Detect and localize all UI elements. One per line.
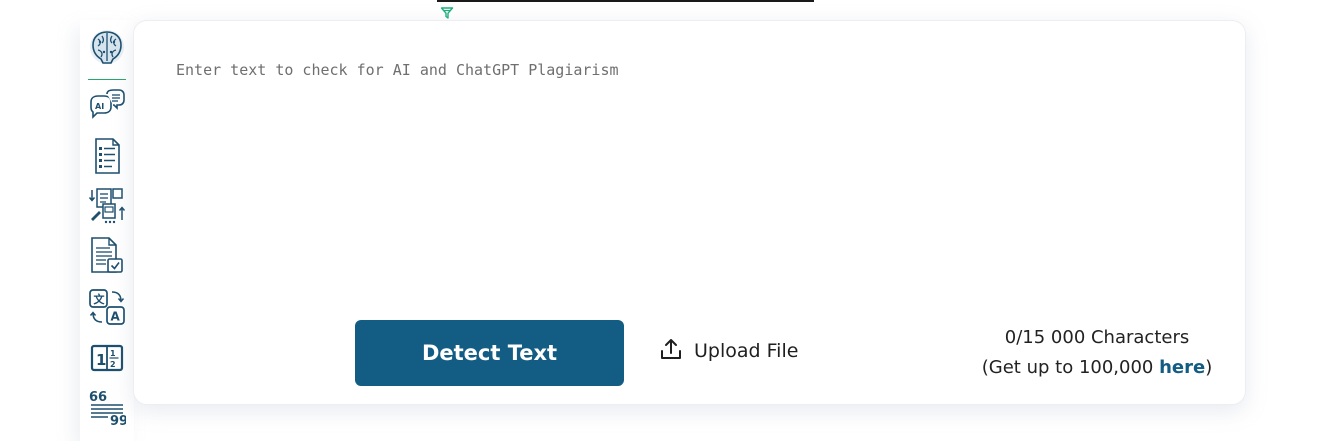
translate-icon[interactable]: 文 A — [88, 288, 126, 326]
svg-text:A: A — [111, 310, 121, 324]
top-divider-line — [437, 0, 814, 2]
logo-active-indicator — [88, 79, 126, 80]
quote-icon[interactable]: 66 99 — [88, 388, 126, 426]
upload-file-button[interactable]: Upload File — [658, 336, 798, 366]
upgrade-prefix: (Get up to 100,000 — [981, 357, 1160, 378]
funnel-marker-icon — [440, 6, 454, 20]
ai-chat-icon[interactable]: AI — [88, 88, 126, 126]
upload-icon — [658, 336, 684, 367]
upgrade-here-link[interactable]: here — [1159, 357, 1205, 378]
character-counter: 0/15 000 Characters (Get up to 100,000 h… — [974, 323, 1220, 383]
svg-text:99: 99 — [110, 414, 126, 426]
svg-text:1: 1 — [110, 349, 116, 358]
svg-text:1: 1 — [96, 351, 106, 369]
upload-file-label: Upload File — [694, 340, 799, 362]
document-check-icon[interactable] — [88, 236, 126, 274]
detect-text-button[interactable]: Detect Text — [355, 320, 624, 386]
brain-logo-icon[interactable] — [88, 28, 126, 66]
svg-text:2: 2 — [110, 360, 116, 369]
tools-sidebar: AI 文 A 1 1 2 66 99 — [80, 20, 134, 441]
upgrade-suffix: ) — [1205, 357, 1213, 378]
character-count: 0/15 000 Characters — [1004, 327, 1190, 348]
svg-text:文: 文 — [94, 292, 106, 306]
fraction-icon[interactable]: 1 1 2 — [88, 339, 126, 377]
document-transfer-icon[interactable] — [88, 186, 126, 224]
svg-text:AI: AI — [95, 102, 104, 111]
page: AI 文 A 1 1 2 66 99 Enter text to check f… — [0, 0, 1332, 441]
svg-text:66: 66 — [89, 390, 107, 405]
text-input[interactable] — [176, 61, 1196, 301]
upgrade-note: (Get up to 100,000 here) — [974, 353, 1220, 383]
document-list-icon[interactable] — [88, 137, 126, 175]
detector-card: Detect Text Upload File 0/15 000 Charact… — [133, 20, 1246, 405]
